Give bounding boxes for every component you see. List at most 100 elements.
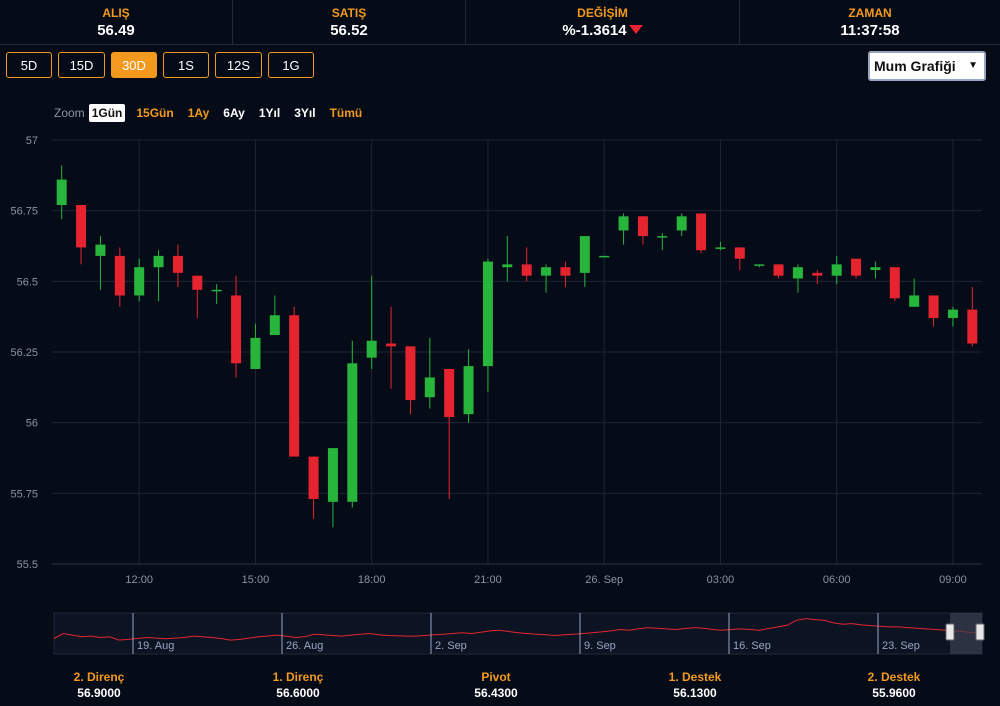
- candle: [696, 213, 707, 254]
- candle: [444, 368, 455, 499]
- navigator-handle: [945, 623, 955, 641]
- candle-body: [424, 377, 435, 398]
- x-tick-label: 09:00: [939, 574, 967, 586]
- candle-body: [308, 456, 319, 499]
- candle: [386, 306, 397, 389]
- candle-body: [502, 264, 513, 268]
- navigator-background: [53, 612, 983, 655]
- candle: [289, 306, 300, 457]
- pivot-s1: 1. Destek 56.1300: [635, 670, 755, 700]
- pivot-s1-label: 1. Destek: [668, 670, 722, 684]
- candle: [637, 216, 648, 245]
- candle-body: [386, 343, 397, 347]
- candle-body: [715, 247, 726, 249]
- pivot-s1-value: 56.1300: [673, 686, 717, 700]
- candle-body: [153, 255, 164, 268]
- candlestick-chart: 57 56.75 56.5 56.25 56 55.75 55.5 12:00 15:00 18…: [10, 135, 985, 655]
- candle-body: [599, 255, 610, 258]
- candle-body: [521, 264, 532, 276]
- candle-body: [792, 267, 803, 279]
- candle-body: [851, 258, 862, 276]
- candle: [405, 346, 416, 415]
- candle: [463, 349, 474, 423]
- candle-body: [889, 267, 900, 299]
- candle-body: [870, 267, 881, 271]
- candles: [56, 165, 978, 528]
- candle: [967, 286, 978, 347]
- candle: [734, 247, 745, 271]
- candle: [114, 247, 125, 307]
- candle: [792, 264, 803, 293]
- candle-body: [366, 340, 377, 358]
- candle: [153, 250, 164, 302]
- candle: [889, 267, 900, 302]
- pivot-r1: 1. Direnç 56.6000: [238, 670, 358, 700]
- navigator[interactable]: 19. Aug 26. Aug 2. Sep 9. Sep 16. Sep 23. Sep: [53, 612, 985, 655]
- candle-body: [56, 179, 67, 206]
- candle-body: [172, 255, 183, 273]
- candle: [231, 275, 242, 378]
- candle-body: [812, 272, 823, 276]
- candle-body: [618, 216, 629, 231]
- y-tick-label: 56.75: [10, 206, 38, 218]
- candle-body: [967, 309, 978, 344]
- candle: [192, 275, 203, 319]
- candle: [250, 323, 261, 369]
- x-tick-label: 12:00: [125, 574, 153, 586]
- navigator-label: 2. Sep: [435, 640, 467, 652]
- candle: [812, 270, 823, 285]
- x-tick-label: 06:00: [823, 574, 851, 586]
- candle-body: [754, 264, 765, 266]
- candle-body: [289, 315, 300, 457]
- pivot-p-value: 56.4300: [474, 686, 518, 700]
- navigator-handle: [975, 623, 985, 641]
- candle: [773, 264, 784, 279]
- candle: [502, 236, 513, 282]
- y-axis: 57 56.75 56.5 56.25 56 55.75 55.5: [10, 135, 38, 571]
- candle-body: [134, 267, 145, 296]
- x-tick-label: 15:00: [242, 574, 270, 586]
- y-tick-label: 57: [26, 135, 38, 147]
- candle: [347, 340, 358, 508]
- candle-body: [482, 261, 493, 367]
- candle: [172, 244, 183, 287]
- candle: [947, 306, 958, 327]
- chart-grid: [52, 139, 982, 565]
- navigator-label: 16. Sep: [733, 640, 771, 652]
- pivot-s2: 2. Destek 55.9600: [834, 670, 954, 700]
- candle-body: [269, 315, 280, 336]
- candle-body: [444, 368, 455, 418]
- candle: [657, 233, 668, 251]
- x-tick-label: 03:00: [707, 574, 735, 586]
- y-tick-label: 55.5: [17, 559, 38, 571]
- candle: [676, 213, 687, 237]
- candle: [715, 241, 726, 251]
- candle-body: [76, 205, 87, 248]
- pivot-p: Pivot 56.4300: [436, 670, 556, 700]
- candle-body: [657, 236, 668, 238]
- candle: [870, 261, 881, 279]
- candle-body: [347, 363, 358, 502]
- x-tick-label: 21:00: [474, 574, 502, 586]
- candle-body: [250, 337, 261, 369]
- candle-body: [676, 216, 687, 231]
- candle: [851, 258, 862, 279]
- navigator-label: 19. Aug: [137, 640, 174, 652]
- candle: [424, 337, 435, 409]
- candle: [327, 448, 338, 528]
- candle-body: [637, 216, 648, 237]
- candle: [618, 213, 629, 245]
- candle-body: [909, 295, 920, 307]
- navigator-label: 23. Sep: [882, 640, 920, 652]
- candle: [928, 295, 939, 327]
- candle-body: [192, 275, 203, 290]
- candle: [831, 255, 842, 285]
- y-tick-label: 55.75: [10, 488, 38, 500]
- candle: [76, 205, 87, 265]
- x-tick-label: 18:00: [358, 574, 386, 586]
- x-tick-label: 26. Sep: [585, 574, 623, 586]
- candle-body: [231, 295, 242, 364]
- candle-body: [463, 366, 474, 415]
- candle-body: [947, 309, 958, 319]
- pivot-levels: 2. Direnç 56.9000 1. Direnç 56.6000 Pivo…: [0, 670, 1000, 706]
